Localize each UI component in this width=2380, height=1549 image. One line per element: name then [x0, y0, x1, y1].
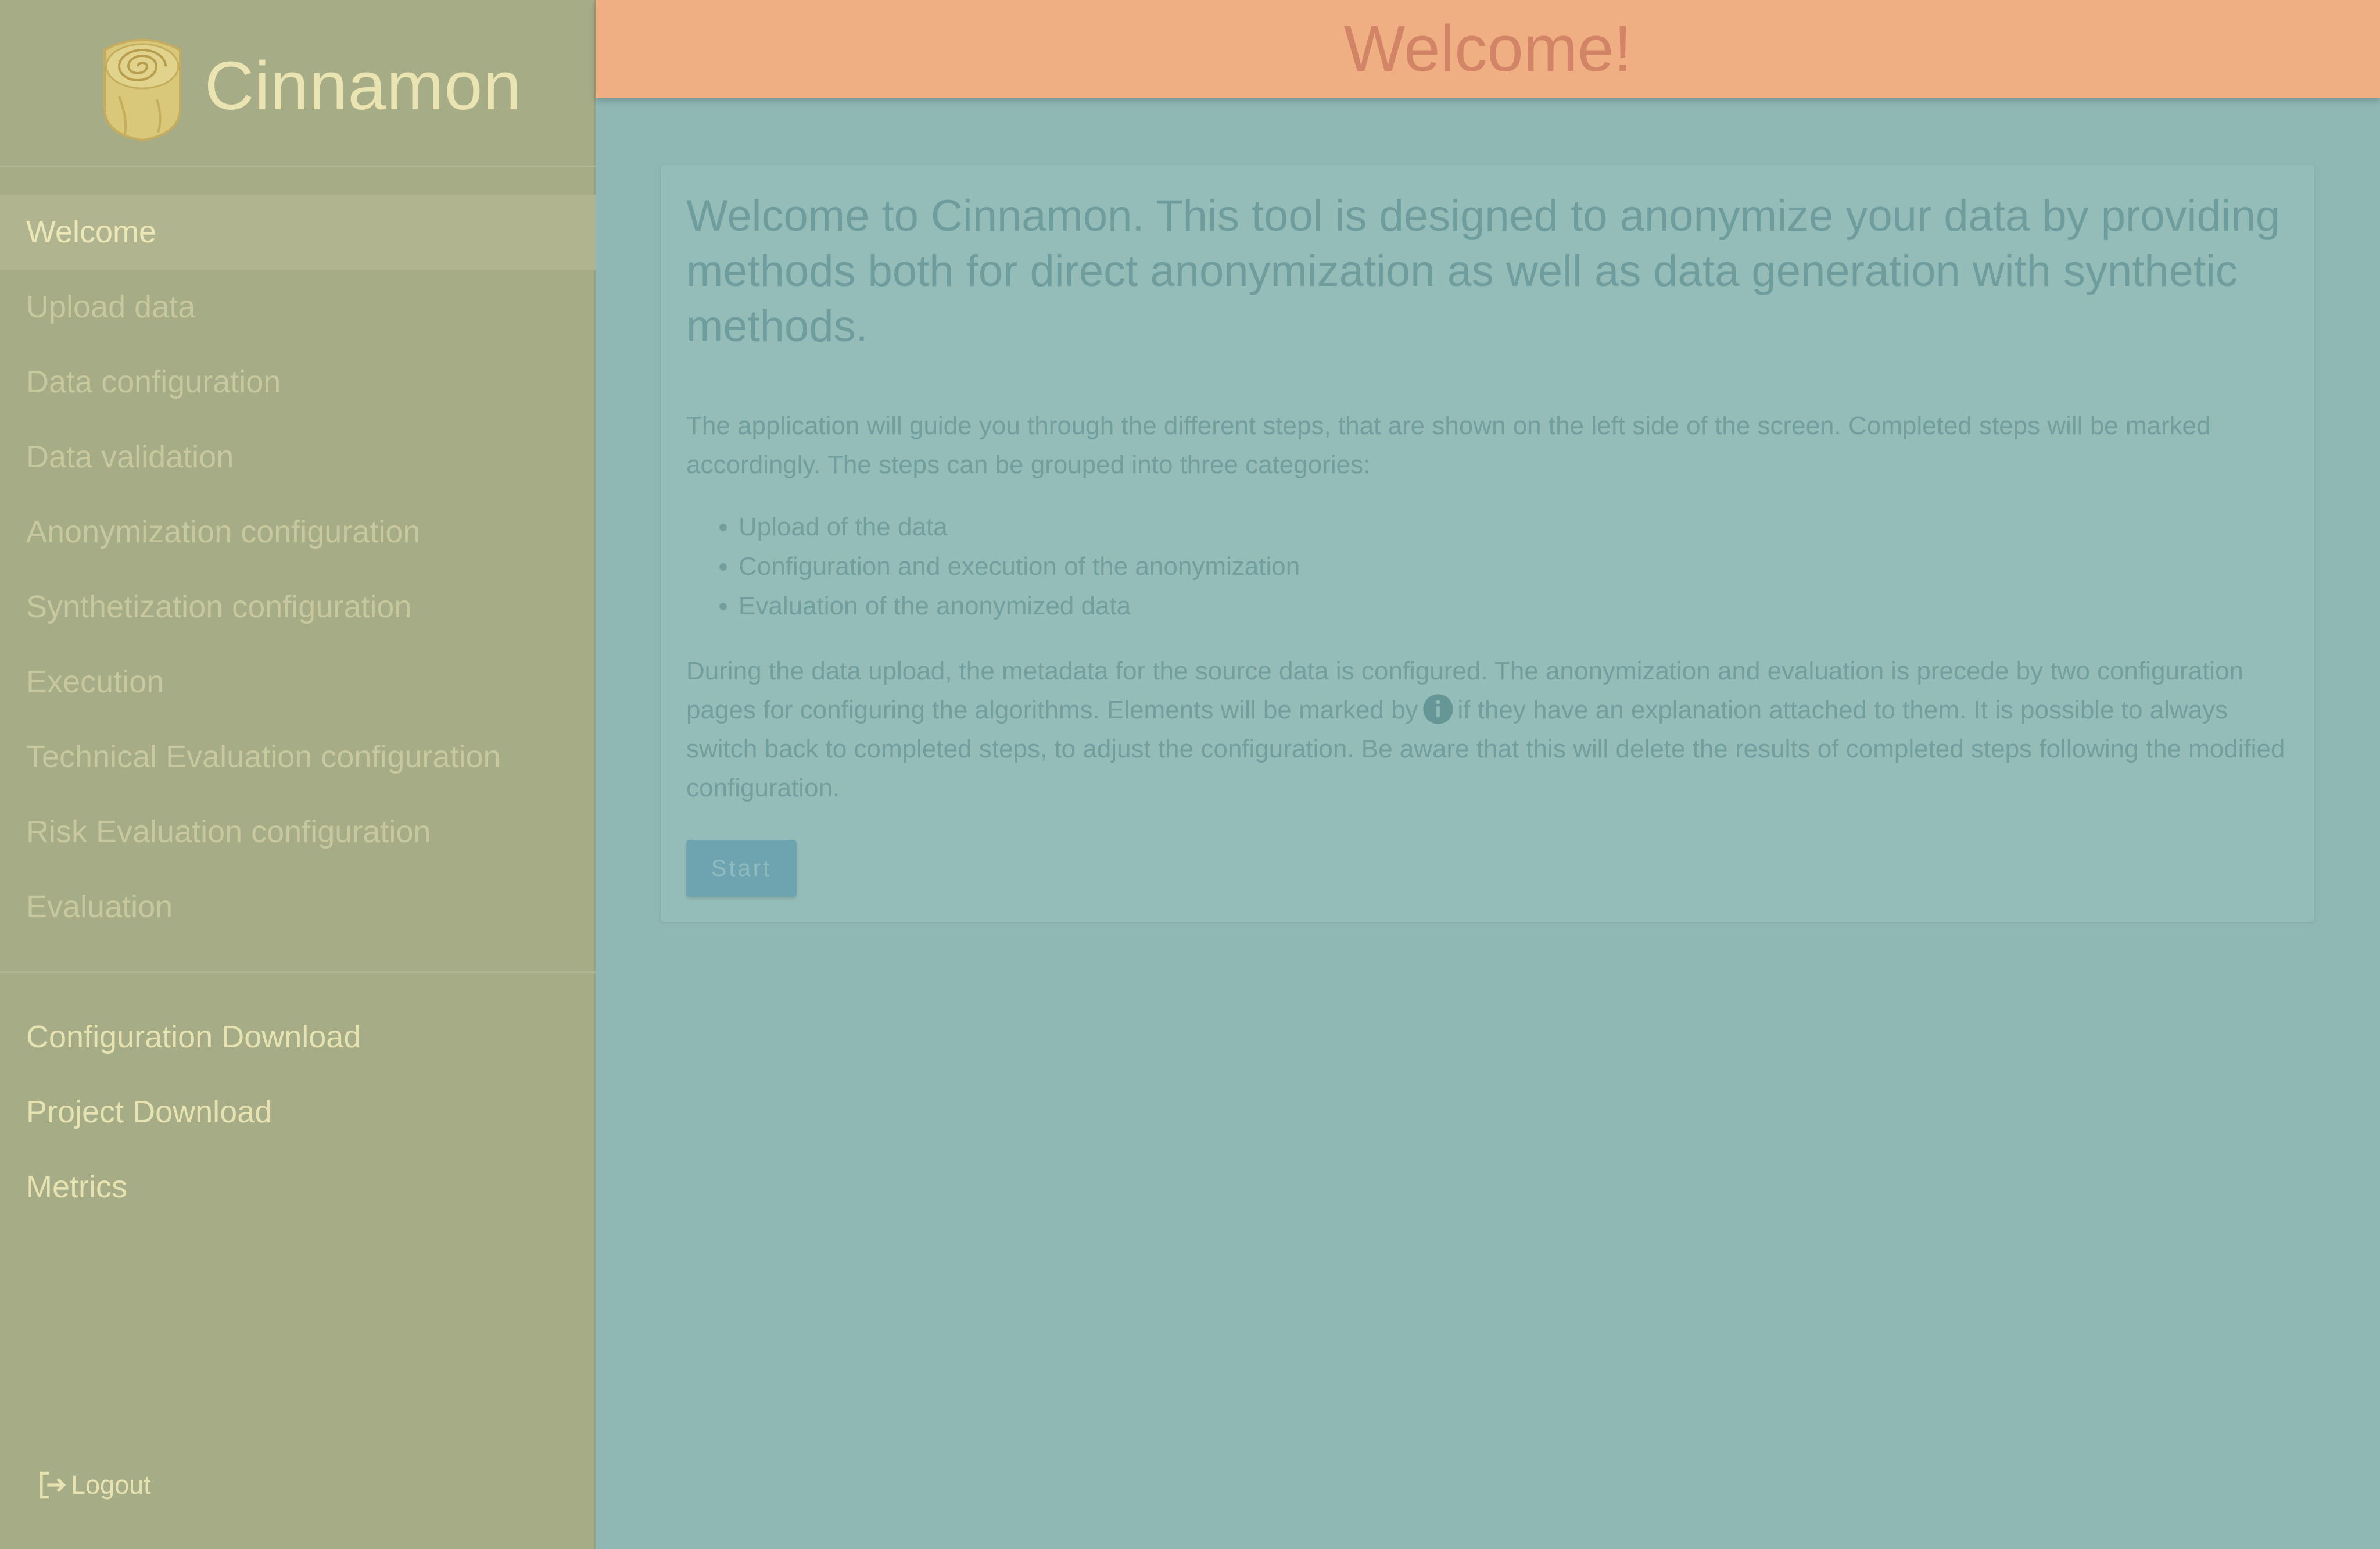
category-list: Upload of the data Configuration and exe…	[686, 507, 2289, 626]
nav-item-risk-evaluation-configuration[interactable]: Risk Evaluation configuration	[0, 795, 596, 870]
info-icon	[1422, 694, 1453, 724]
welcome-card: Welcome to Cinnamon. This tool is design…	[661, 165, 2314, 922]
logout-icon	[40, 1471, 66, 1499]
intro-text: Welcome to Cinnamon. This tool is design…	[686, 191, 2281, 351]
nav-item-execution[interactable]: Execution	[0, 645, 596, 720]
nav-item-upload-data[interactable]: Upload data	[0, 270, 596, 345]
nav-item-anonymization-configuration[interactable]: Anonymization configuration	[0, 495, 596, 570]
nav-item-evaluation[interactable]: Evaluation	[0, 870, 596, 945]
nav-item-technical-evaluation-configuration[interactable]: Technical Evaluation configuration	[0, 720, 596, 795]
page-title: Welcome!	[1343, 12, 1632, 85]
sidebar-divider	[0, 971, 596, 973]
list-item: Upload of the data	[739, 507, 2289, 547]
project-download-link[interactable]: Project Download	[0, 1075, 596, 1150]
page-header: Welcome!	[596, 0, 2380, 98]
list-item: Evaluation of the anonymized data	[739, 586, 2289, 626]
step-navigation: Welcome Upload data Data configuration D…	[0, 195, 596, 945]
nav-item-welcome[interactable]: Welcome	[0, 195, 596, 270]
guide-paragraph: The application will guide you through t…	[686, 412, 2211, 479]
sidebar: Cinnamon Welcome Upload data Data config…	[0, 0, 596, 1549]
logout-button[interactable]: Logout	[34, 1465, 151, 1505]
app-name: Cinnamon	[205, 48, 522, 124]
metrics-link[interactable]: Metrics	[0, 1150, 596, 1225]
configuration-download-link[interactable]: Configuration Download	[0, 1000, 596, 1075]
list-item: Configuration and execution of the anony…	[739, 547, 2289, 586]
cinnamon-logo-icon	[103, 38, 181, 142]
nav-item-data-configuration[interactable]: Data configuration	[0, 345, 596, 420]
details-paragraph: During the data upload, the metadata for…	[686, 652, 2289, 807]
start-button[interactable]: Start	[686, 840, 797, 897]
nav-item-data-validation[interactable]: Data validation	[0, 420, 596, 495]
brand: Cinnamon	[0, 0, 596, 167]
nav-item-synthetization-configuration[interactable]: Synthetization configuration	[0, 570, 596, 645]
logout-label: Logout	[71, 1470, 151, 1500]
tool-navigation: Configuration Download Project Download …	[0, 1000, 596, 1225]
